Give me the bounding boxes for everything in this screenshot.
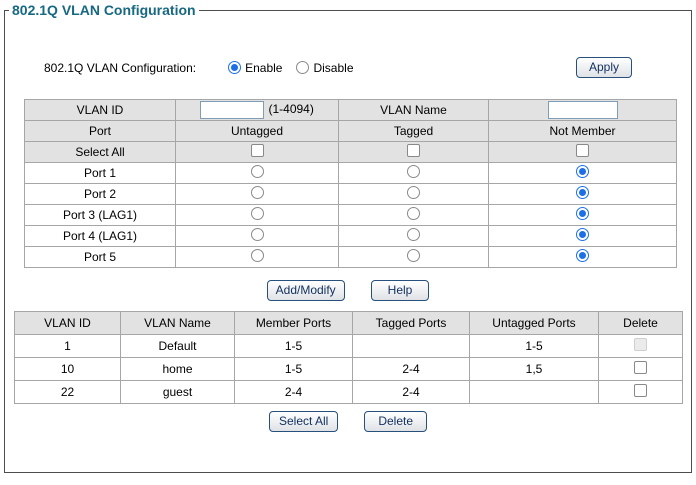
vlan-name-header: VLAN Name xyxy=(120,311,235,335)
vlan-name-cell: guest xyxy=(120,380,235,404)
port-label: Port 2 xyxy=(24,183,176,205)
port5-untagged-radio[interactable] xyxy=(250,249,264,262)
port2-not-member-radio[interactable] xyxy=(576,186,589,199)
vlan-id-name-row: VLAN ID (1-4094) VLAN Name xyxy=(24,99,677,121)
tagged-ports-header: Tagged Ports xyxy=(352,311,470,335)
help-button[interactable]: Help xyxy=(370,280,430,301)
vlan-name-input[interactable] xyxy=(547,101,618,119)
vlan-name-label: VLAN Name xyxy=(338,99,489,121)
vlan-form-table: VLAN ID (1-4094) VLAN Name Port Untagged… xyxy=(24,99,677,268)
tagged-ports-cell: 2-4 xyxy=(352,380,470,404)
enable-label: Enable xyxy=(245,60,283,75)
port-label: Port 4 (LAG1) xyxy=(24,225,176,247)
enable-disable-group: Enable Disable xyxy=(228,60,354,75)
port-column-header: Port xyxy=(24,120,176,142)
select-all-label: Select All xyxy=(24,141,176,163)
port4-tagged-radio[interactable] xyxy=(407,228,420,241)
panel-title: 802.1Q VLAN Configuration xyxy=(9,2,199,18)
vlan-id-cell: 22 xyxy=(14,380,121,404)
member-ports-cell: 2-4 xyxy=(234,380,353,404)
vlan-id-header: VLAN ID xyxy=(14,311,121,335)
port5-tagged-radio[interactable] xyxy=(407,249,420,262)
port3-not-member-radio[interactable] xyxy=(576,207,589,220)
port4-not-member-radio[interactable] xyxy=(576,228,589,241)
not-member-column-header: Not Member xyxy=(488,120,677,142)
member-ports-header: Member Ports xyxy=(234,311,353,335)
port4-untagged-radio[interactable] xyxy=(250,228,264,241)
select-all-button[interactable]: Select All xyxy=(268,411,339,432)
select-all-not-member-checkbox[interactable] xyxy=(576,144,589,157)
vlan-id-input[interactable] xyxy=(200,101,265,119)
delete-vlan22-checkbox[interactable] xyxy=(634,384,647,397)
port-label: Port 3 (LAG1) xyxy=(24,204,176,226)
config-label: 802.1Q VLAN Configuration: xyxy=(44,60,197,75)
disable-option[interactable]: Disable xyxy=(296,60,354,75)
port-row: Port 1 xyxy=(24,162,677,184)
select-all-row: Select All xyxy=(24,141,677,163)
vlan-list-table: VLAN ID VLAN Name Member Ports Tagged Po… xyxy=(14,311,683,404)
port3-tagged-radio[interactable] xyxy=(407,207,420,220)
apply-button[interactable]: Apply xyxy=(575,57,632,78)
untagged-ports-cell xyxy=(469,380,599,404)
port-row: Port 4 (LAG1) xyxy=(24,225,677,247)
membership-header-row: Port Untagged Tagged Not Member xyxy=(24,120,677,142)
add-modify-button[interactable]: Add/Modify xyxy=(266,280,345,301)
delete-vlan10-checkbox[interactable] xyxy=(634,361,647,374)
select-all-untagged-checkbox[interactable] xyxy=(250,144,264,157)
port-row: Port 3 (LAG1) xyxy=(24,204,677,226)
select-all-tagged-checkbox[interactable] xyxy=(407,144,420,157)
untagged-ports-cell: 1,5 xyxy=(469,357,599,381)
port5-not-member-radio[interactable] xyxy=(576,249,589,262)
port-label: Port 5 xyxy=(24,246,176,268)
port-label: Port 1 xyxy=(24,162,176,184)
untagged-ports-header: Untagged Ports xyxy=(469,311,599,335)
vlan-row: 22 guest 2-4 2-4 xyxy=(14,380,683,404)
enable-radio[interactable] xyxy=(228,61,242,74)
port3-untagged-radio[interactable] xyxy=(250,207,264,220)
port1-tagged-radio[interactable] xyxy=(407,165,420,178)
tagged-column-header: Tagged xyxy=(338,120,489,142)
disable-radio[interactable] xyxy=(296,61,310,74)
untagged-ports-cell: 1-5 xyxy=(469,334,599,358)
member-ports-cell: 1-5 xyxy=(234,357,353,381)
delete-header: Delete xyxy=(598,311,683,335)
port-row: Port 2 xyxy=(24,183,677,205)
vlan-name-cell: Default xyxy=(120,334,235,358)
enable-option[interactable]: Enable xyxy=(228,61,282,75)
delete-vlan1-checkbox xyxy=(634,338,647,351)
delete-button[interactable]: Delete xyxy=(364,411,428,432)
tagged-ports-cell xyxy=(352,334,470,358)
port2-untagged-radio[interactable] xyxy=(250,186,264,199)
disable-label: Disable xyxy=(313,60,354,75)
member-ports-cell: 1-5 xyxy=(234,334,353,358)
vlan-config-panel: 802.1Q VLAN Configuration 802.1Q VLAN Co… xyxy=(4,2,692,473)
vlan-id-range-hint: (1-4094) xyxy=(268,102,314,117)
vlan-id-label: VLAN ID xyxy=(24,99,176,121)
vlan-id-cell: 1 xyxy=(14,334,121,358)
port-row: Port 5 xyxy=(24,246,677,268)
vlan-id-cell: 10 xyxy=(14,357,121,381)
tagged-ports-cell: 2-4 xyxy=(352,357,470,381)
port1-not-member-radio[interactable] xyxy=(576,165,589,178)
vlan-name-cell xyxy=(488,99,677,121)
config-row: 802.1Q VLAN Configuration: Enable Disabl… xyxy=(44,57,632,78)
list-buttons-row: Select All Delete xyxy=(5,411,691,432)
port2-tagged-radio[interactable] xyxy=(407,186,420,199)
untagged-column-header: Untagged xyxy=(175,120,339,142)
vlan-name-cell: home xyxy=(120,357,235,381)
vlan-row: 10 home 1-5 2-4 1,5 xyxy=(14,357,683,381)
vlan-id-cell: (1-4094) xyxy=(175,99,339,121)
port1-untagged-radio[interactable] xyxy=(250,165,264,178)
vlan-row: 1 Default 1-5 1-5 xyxy=(14,334,683,358)
vlan-list-header-row: VLAN ID VLAN Name Member Ports Tagged Po… xyxy=(14,311,683,335)
form-buttons-row: Add/Modify Help xyxy=(5,280,691,301)
